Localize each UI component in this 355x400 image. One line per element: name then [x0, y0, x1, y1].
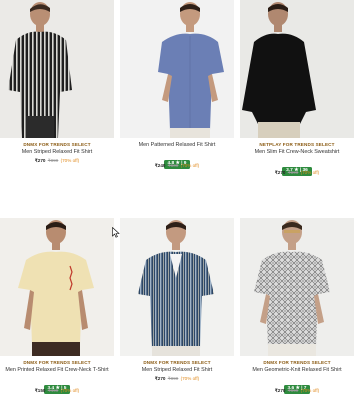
price-row: ₹150 ₹499 (70% off)	[0, 388, 114, 394]
product-card[interactable]: DNMX FOR TRENDS SELECT Men Printed Relax…	[0, 218, 114, 394]
product-brand: DNMX FOR TRENDS SELECT	[143, 360, 211, 365]
product-discount: (70% off)	[180, 163, 200, 168]
rating-row: 4.8 ★ | 9	[120, 151, 234, 169]
product-price: ₹150	[34, 388, 46, 393]
product-image[interactable]	[0, 218, 114, 356]
product-mrp: ₹899	[47, 158, 59, 163]
product-mrp: ₹899	[287, 388, 299, 393]
product-discount: (70% off)	[60, 388, 80, 393]
product-discount: (70% off)	[60, 158, 80, 163]
product-mrp: ₹899	[287, 170, 299, 175]
product-card[interactable]: Men Patterned Relaxed Fit Shirt 4.8 ★ | …	[120, 0, 234, 169]
product-brand: DNMX FOR TRENDS SELECT	[263, 360, 331, 365]
product-title[interactable]: Men Striped Relaxed Fit Shirt	[120, 367, 234, 373]
product-mrp: ₹800	[167, 163, 179, 168]
price-row: ₹270 ₹899 (70% off)	[240, 170, 354, 176]
product-mrp: ₹899	[167, 376, 179, 381]
price-row: ₹240 ₹800 (70% off)	[120, 163, 234, 169]
product-discount: (70% off)	[300, 388, 320, 393]
product-price: ₹240	[154, 163, 166, 168]
product-grid: DNMX FOR TRENDS SELECT Men Striped Relax…	[0, 0, 355, 400]
product-mrp: ₹499	[47, 388, 59, 393]
product-card[interactable]: DNMX FOR TRENDS SELECT Men Striped Relax…	[120, 218, 234, 382]
product-price: ₹270	[154, 376, 166, 381]
price-row: ₹270 ₹899 (70% off)	[120, 376, 234, 382]
product-brand: NETPLAY FOR TRENDS SELECT	[259, 142, 335, 147]
product-discount: (70% off)	[300, 170, 320, 175]
product-price: ₹270	[34, 158, 46, 163]
product-price: ₹270	[274, 388, 286, 393]
product-image[interactable]	[240, 0, 354, 138]
rating-row: 3.4 ★ | 5	[0, 376, 114, 394]
product-card[interactable]: DNMX FOR TRENDS SELECT Men Striped Relax…	[0, 0, 114, 164]
product-brand: DNMX FOR TRENDS SELECT	[23, 360, 91, 365]
product-title[interactable]: Men Patterned Relaxed Fit Shirt	[120, 142, 234, 148]
product-image[interactable]	[240, 218, 354, 356]
product-image[interactable]	[0, 0, 114, 138]
product-price: ₹270	[274, 170, 286, 175]
product-title[interactable]: Men Slim Fit Crew-Neck Sweatshirt	[240, 149, 354, 155]
rating-row: 3.6 ★ | 7	[240, 376, 354, 394]
mouse-pointer-icon	[112, 227, 120, 238]
product-title[interactable]: Men Striped Relaxed Fit Shirt	[0, 149, 114, 155]
product-card[interactable]: NETPLAY FOR TRENDS SELECT Men Slim Fit C…	[240, 0, 354, 176]
product-title[interactable]: Men Geometric-Knit Relaxed Fit Shirt	[240, 367, 354, 373]
rating-row: 3.7 ★ | 36	[240, 158, 354, 176]
product-title[interactable]: Men Printed Relaxed Fit Crew-Neck T-Shir…	[0, 367, 114, 373]
price-row: ₹270 ₹899 (70% off)	[240, 388, 354, 394]
price-row: ₹270 ₹899 (70% off)	[0, 158, 114, 164]
product-image[interactable]	[120, 0, 234, 138]
product-discount: (70% off)	[180, 376, 200, 381]
product-image[interactable]	[120, 218, 234, 356]
product-card[interactable]: DNMX FOR TRENDS SELECT Men Geometric-Kni…	[240, 218, 354, 394]
product-brand: DNMX FOR TRENDS SELECT	[23, 142, 91, 147]
